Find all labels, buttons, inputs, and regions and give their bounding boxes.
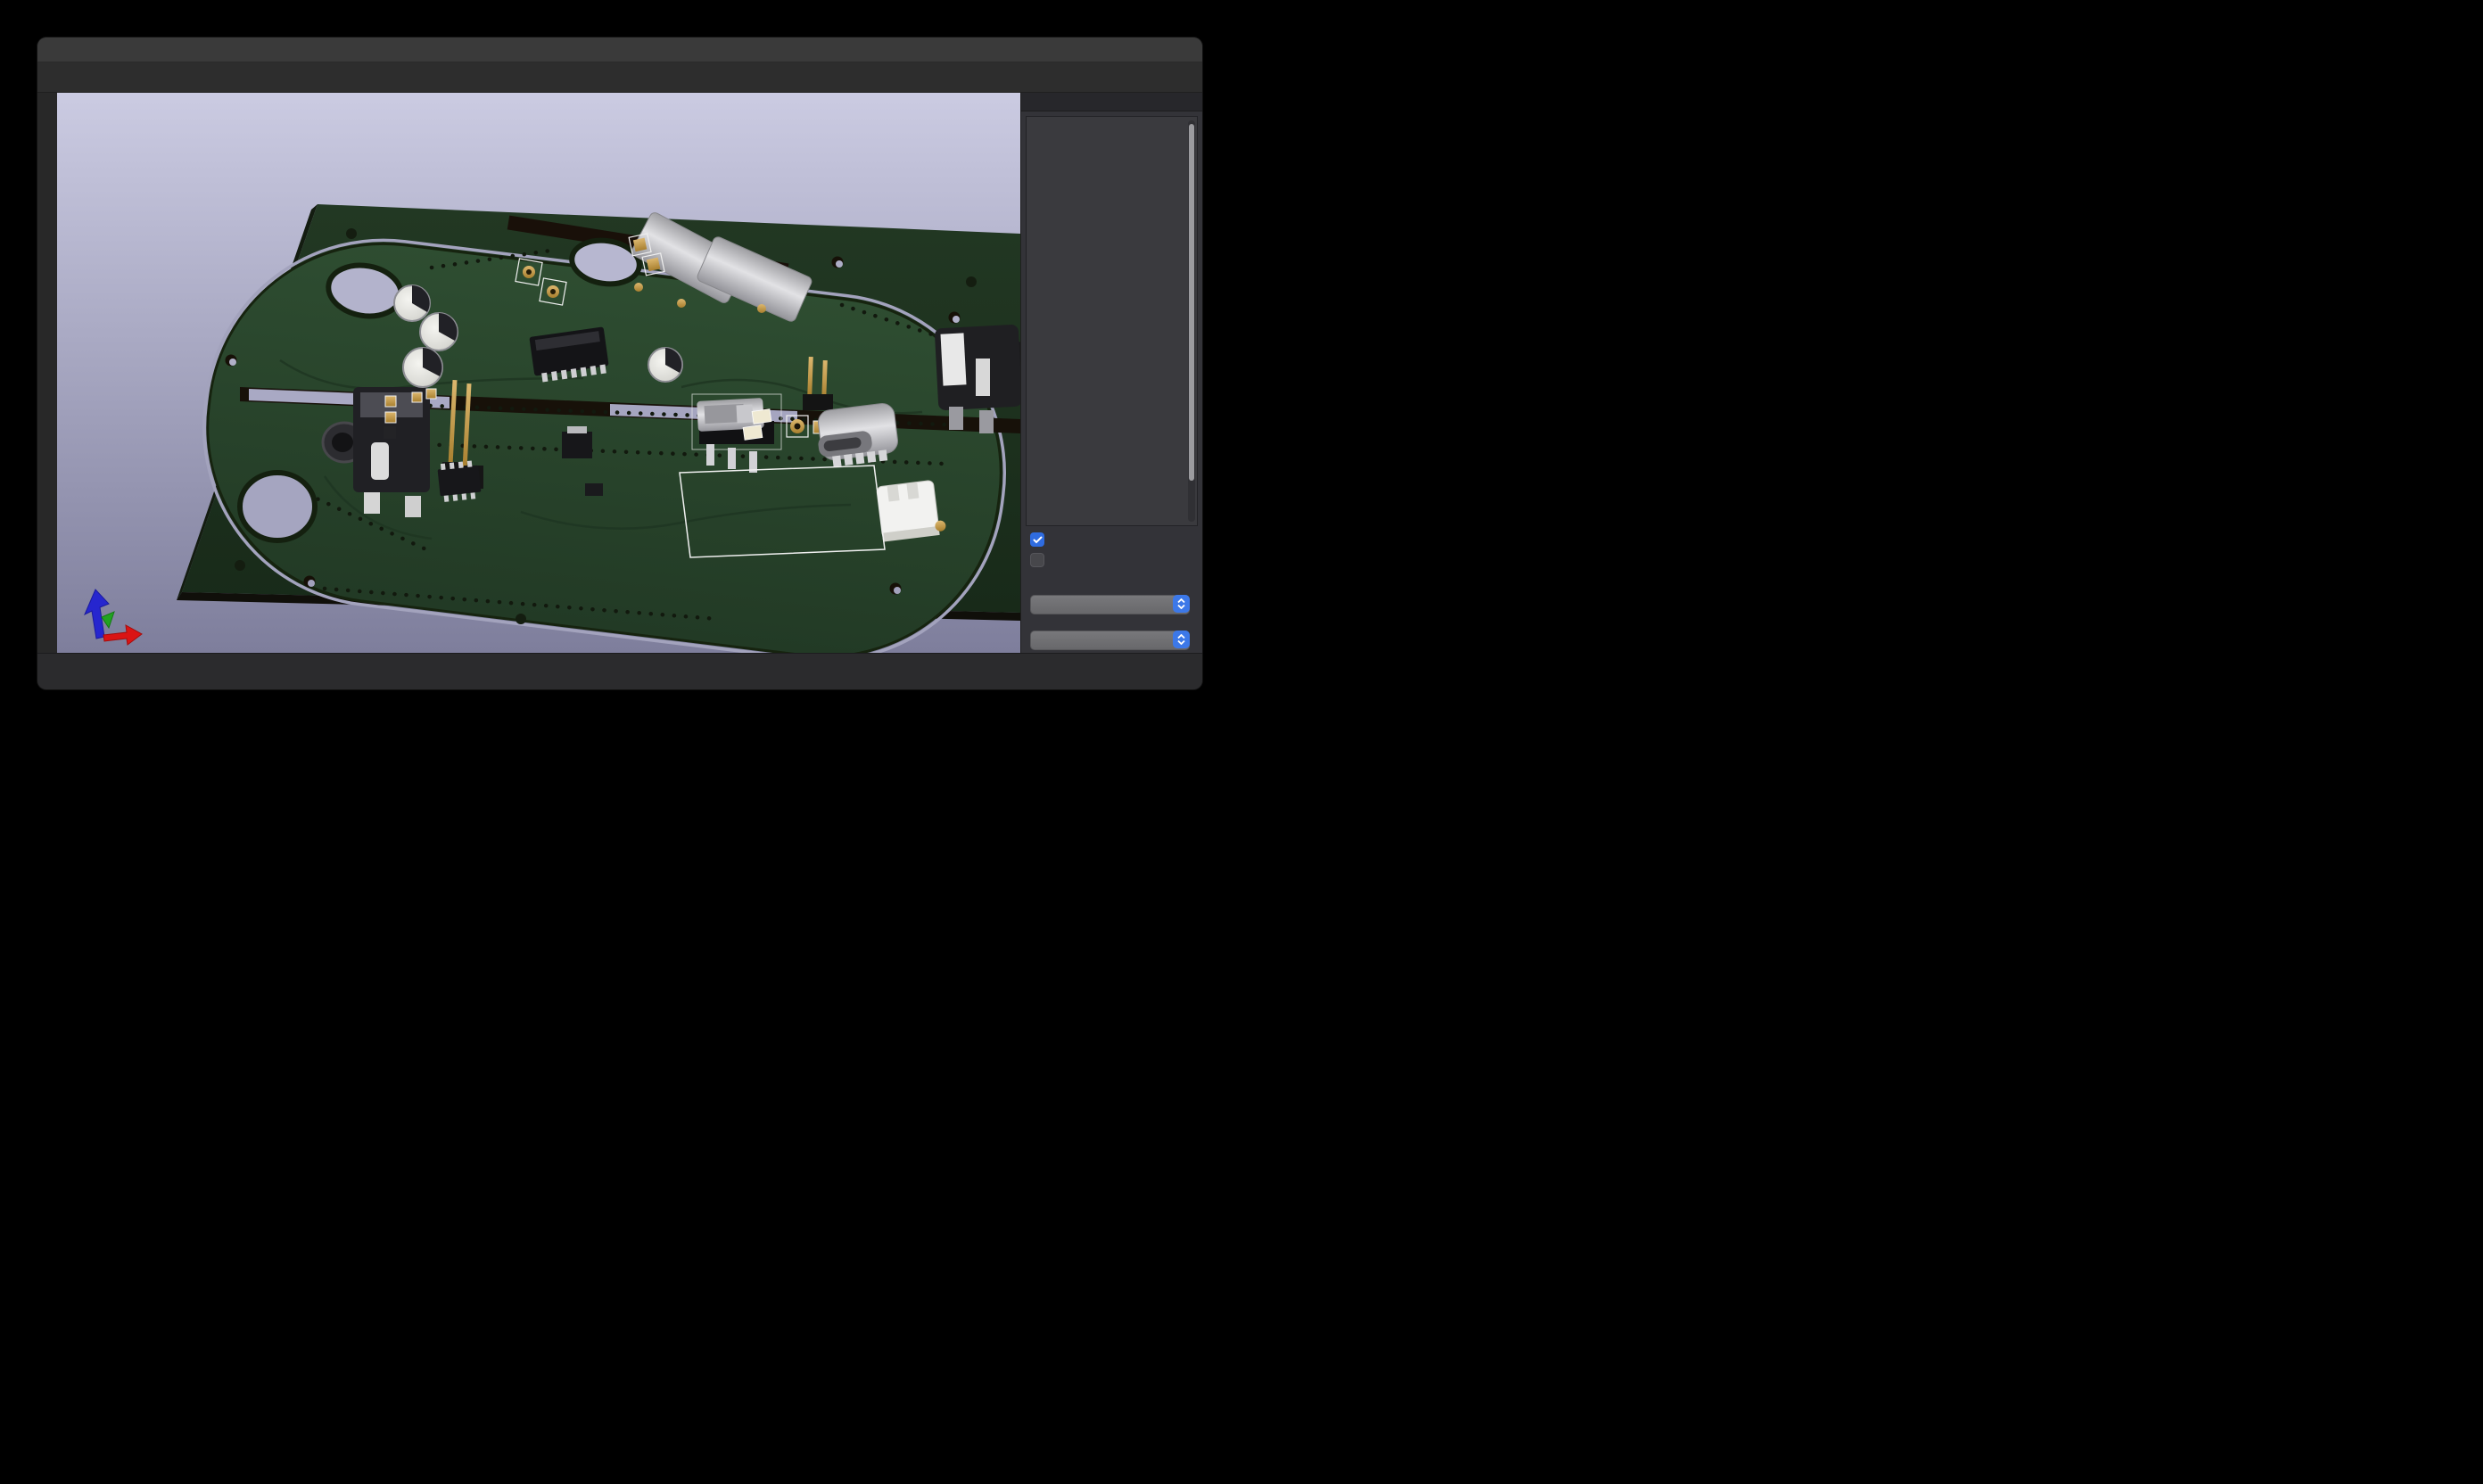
appearance-panel-title — [1021, 93, 1202, 111]
checkbox-board-stackup-colors[interactable] — [1030, 532, 1044, 547]
3d-viewer-window — [37, 37, 1202, 689]
title-bar[interactable] — [37, 37, 1202, 62]
checkbox-pcb-editor-copper-color[interactable] — [1030, 553, 1044, 567]
stepper-icon[interactable] — [1173, 631, 1190, 648]
layer-visibility-list — [1026, 116, 1198, 526]
appearance-sidebar — [1020, 93, 1202, 653]
checkbox-row-copper-color[interactable] — [1030, 553, 1202, 567]
scrollbar-thumb[interactable] — [1189, 124, 1194, 481]
viewport-combo[interactable] — [1030, 631, 1190, 650]
status-bar — [37, 653, 1202, 689]
toolbar — [37, 62, 1202, 92]
minimize-button[interactable] — [78, 45, 89, 55]
zoom-window-button[interactable] — [96, 45, 107, 55]
3d-viewport[interactable] — [57, 93, 1020, 653]
checkbox-row-stackup[interactable] — [1030, 532, 1202, 547]
close-button[interactable] — [61, 45, 71, 55]
axis-orientation-gizmo — [85, 589, 142, 645]
stepper-icon[interactable] — [1173, 595, 1190, 613]
preset-combo[interactable] — [1030, 595, 1190, 614]
